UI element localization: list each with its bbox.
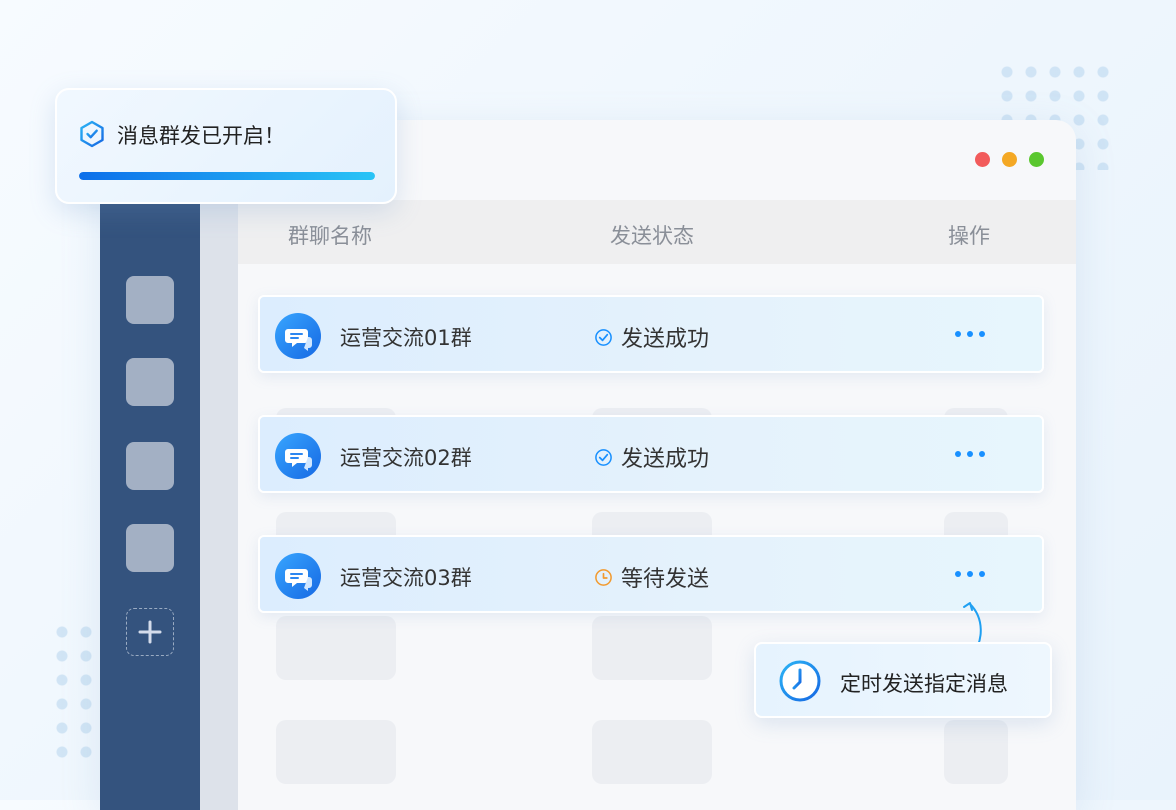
more-actions-button[interactable] — [955, 331, 985, 337]
more-actions-button[interactable] — [955, 571, 985, 577]
chat-group-icon — [275, 553, 321, 599]
table-row[interactable]: 运营交流01群 发送成功 — [258, 295, 1044, 373]
sidebar-add-button[interactable] — [126, 608, 174, 656]
check-circle-icon — [595, 448, 612, 466]
status-badge: 发送成功 — [594, 441, 709, 473]
placeholder-block — [592, 720, 712, 784]
close-dot[interactable] — [975, 152, 990, 167]
header-group-name: 群聊名称 — [288, 224, 372, 248]
minimize-dot[interactable] — [1002, 152, 1017, 167]
sidebar-item-1[interactable] — [126, 276, 174, 324]
status-text: 发送成功 — [621, 447, 710, 472]
placeholder-block — [276, 720, 396, 784]
group-name: 运营交流02群 — [340, 446, 472, 470]
progress-bar-fill — [79, 172, 375, 180]
tooltip-text: 定时发送指定消息 — [840, 672, 1008, 696]
status-badge: 等待发送 — [594, 561, 709, 593]
placeholder-block — [276, 616, 396, 680]
shield-check-icon — [80, 120, 104, 148]
placeholder-block — [944, 720, 1008, 784]
table-row[interactable]: 运营交流02群 发送成功 — [258, 415, 1044, 493]
header-send-status: 发送状态 — [610, 224, 694, 248]
table-header: 群聊名称 发送状态 操作 — [238, 200, 1076, 264]
maximize-dot[interactable] — [1029, 152, 1044, 167]
plus-icon — [138, 620, 162, 644]
sidebar-item-3[interactable] — [126, 442, 174, 490]
placeholder-block — [592, 616, 712, 680]
sidebar-item-2[interactable] — [126, 358, 174, 406]
table-row[interactable]: 运营交流03群 等待发送 — [258, 535, 1044, 613]
chat-group-icon — [275, 433, 321, 479]
clock-icon — [779, 660, 821, 702]
check-circle-icon — [595, 328, 612, 346]
chat-group-icon — [275, 313, 321, 359]
notification-toast: 消息群发已开启！ — [55, 88, 397, 204]
toast-message: 消息群发已开启！ — [117, 124, 285, 148]
header-actions: 操作 — [948, 224, 990, 248]
progress-bar — [79, 172, 375, 180]
schedule-tooltip: 定时发送指定消息 — [754, 642, 1052, 718]
status-badge: 发送成功 — [594, 321, 709, 353]
clock-icon — [595, 568, 612, 586]
window-controls — [975, 152, 1044, 167]
group-name: 运营交流01群 — [340, 326, 472, 350]
sidebar — [100, 120, 200, 810]
more-actions-button[interactable] — [955, 451, 985, 457]
status-text: 等待发送 — [621, 567, 710, 592]
sidebar-item-4[interactable] — [126, 524, 174, 572]
group-name: 运营交流03群 — [340, 566, 472, 590]
status-text: 发送成功 — [621, 327, 710, 352]
sidebar-rail — [200, 120, 238, 810]
